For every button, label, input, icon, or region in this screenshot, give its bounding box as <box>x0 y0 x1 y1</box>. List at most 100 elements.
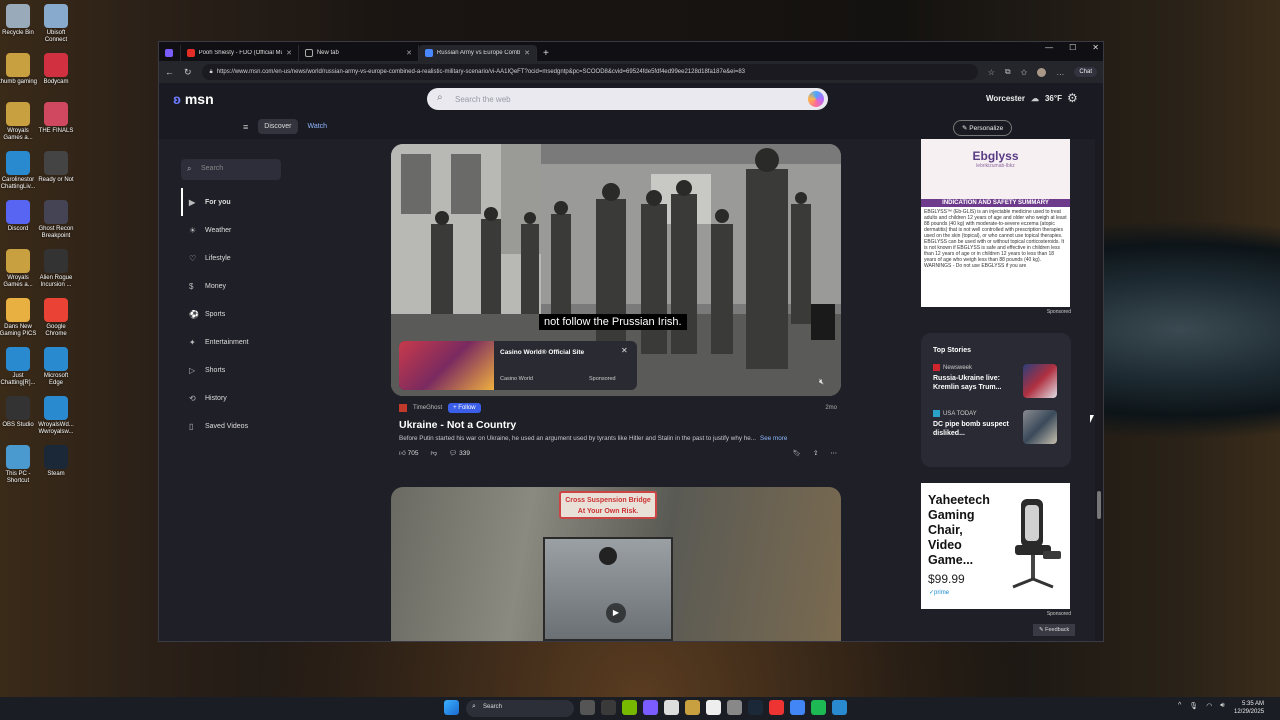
play-icon[interactable]: ▶ <box>606 603 626 623</box>
back-icon[interactable]: ← <box>165 67 174 77</box>
video-player-2[interactable]: Cross Suspension Bridge At Your Own Risk… <box>391 487 841 641</box>
weather-widget[interactable]: Worcester ☁ 36°F <box>986 94 1062 103</box>
close-tab-icon[interactable]: ✕ <box>524 49 530 57</box>
tab-msn-active[interactable]: Russian Army vs Europe Combi ✕ <box>419 45 537 61</box>
desktop-icon[interactable]: Dans New Gaming PICS <box>0 298 38 338</box>
story-item[interactable]: Newsweek Russia-Ukraine live: Kremlin sa… <box>933 364 1059 410</box>
sidebar-item[interactable]: ▷ Shorts <box>181 356 281 384</box>
desktop-icon[interactable]: Discord <box>0 200 38 233</box>
desktop-icon[interactable]: Wroyals Games a... <box>0 102 38 142</box>
chevron-up-icon[interactable]: ^ <box>1178 702 1181 710</box>
copilot-chat-button[interactable]: Chat <box>1074 67 1097 77</box>
desktop-icon[interactable]: Just Chatting[R]... <box>0 347 38 387</box>
taskbar-app-icon[interactable] <box>748 700 763 715</box>
taskbar-app-icon[interactable] <box>727 700 742 715</box>
maximize-icon[interactable]: ☐ <box>1069 43 1076 52</box>
extensions-icon[interactable]: ⧉ <box>1005 67 1011 77</box>
dislike-button[interactable]: 👎︎ <box>430 449 437 457</box>
tab-copilot[interactable] <box>159 45 181 61</box>
taskbar-app-icon[interactable] <box>832 700 847 715</box>
share-icon[interactable]: ⇪ <box>813 449 818 457</box>
profile-avatar[interactable] <box>1037 67 1047 77</box>
like-button[interactable]: 👍︎ 705 <box>399 449 418 457</box>
tab-youtube[interactable]: Pooh Shiesty - FDO (Official Music ✕ <box>181 45 299 61</box>
feedback-button[interactable]: ✎ Feedback <box>1033 624 1076 636</box>
scrollbar[interactable] <box>1095 139 1103 641</box>
sidebar-item[interactable]: ♡ Lifestyle <box>181 244 281 272</box>
desktop-icon[interactable]: THE FINALS <box>36 102 76 135</box>
desktop-icon[interactable]: Ubisoft Connect <box>36 4 76 44</box>
sidebar-item[interactable]: $ Money <box>181 272 281 300</box>
ebglyss-ad[interactable]: Ebglyss lebrikizumab-lbkz INDICATION AND … <box>921 139 1070 307</box>
clock[interactable]: 5:35 AM 12/29/2025 <box>1234 700 1264 716</box>
taskbar-app-icon[interactable] <box>811 700 826 715</box>
web-search-input[interactable]: ⌕ Search the web <box>427 88 828 110</box>
taskbar-search[interactable]: ⌕ Search <box>466 700 574 717</box>
favorite-star-icon[interactable]: ☆ <box>988 68 995 77</box>
taskbar-app-icon[interactable] <box>790 700 805 715</box>
publisher-name[interactable]: TimeGhost <box>413 405 442 411</box>
minimize-icon[interactable]: — <box>1045 43 1053 52</box>
taskbar-app-icon[interactable] <box>622 700 637 715</box>
sidebar-item[interactable]: ⟲ History <box>181 384 281 412</box>
mic-icon[interactable]: 🎙︎ <box>1189 702 1198 710</box>
sidebar-item[interactable]: ✦ Entertainment <box>181 328 281 356</box>
desktop-icon[interactable]: Wroyals Games a... <box>0 249 38 289</box>
video-ad-card[interactable]: Casino World® Official Site Casino World… <box>399 341 637 390</box>
desktop-icon[interactable]: This PC - Shortcut <box>0 445 38 485</box>
volume-icon[interactable]: 🔊︎ <box>1220 702 1224 710</box>
taskbar-app-icon[interactable] <box>580 700 595 715</box>
tab-new[interactable]: New tab ✕ <box>299 45 419 61</box>
close-tab-icon[interactable]: ✕ <box>286 49 292 57</box>
desktop-icon[interactable]: Steam <box>36 445 76 478</box>
see-more-link[interactable]: See more <box>760 435 787 442</box>
video-title[interactable]: Ukraine - Not a Country <box>399 419 837 431</box>
close-ad-icon[interactable]: ✕ <box>621 346 628 355</box>
desktop-icon[interactable]: OBS Studio <box>0 396 38 429</box>
desktop-icon[interactable]: Bodycam <box>36 53 76 86</box>
new-tab-button[interactable]: + <box>537 45 555 61</box>
desktop-icon[interactable]: WroyalsWd... Wwroyalsw... <box>36 396 76 436</box>
sidebar-item[interactable]: ▯ Saved Videos <box>181 412 281 440</box>
sidebar-search-input[interactable]: ⌕ Search <box>181 159 281 180</box>
scrollbar-thumb[interactable] <box>1097 491 1101 519</box>
sidebar-item[interactable]: ☀ Weather <box>181 216 281 244</box>
mute-icon[interactable]: 🔇︎ <box>819 377 824 387</box>
bookmark-icon[interactable]: 🔖︎ <box>793 449 801 457</box>
desktop-icon[interactable]: Ready or Not <box>36 151 76 184</box>
close-window-icon[interactable]: ✕ <box>1092 43 1099 52</box>
hamburger-menu-icon[interactable]: ≡ <box>243 122 248 132</box>
close-tab-icon[interactable]: ✕ <box>406 49 412 57</box>
tab-watch[interactable]: Watch <box>308 123 328 130</box>
taskbar-app-icon[interactable] <box>643 700 658 715</box>
follow-button[interactable]: + Follow <box>448 403 481 413</box>
video-player[interactable]: not follow the Prussian Irish. Casino Wo… <box>391 144 841 396</box>
desktop-icon[interactable]: Recycle Bin <box>0 4 38 37</box>
desktop-icon[interactable]: Microsoft Edge <box>36 347 76 387</box>
start-icon[interactable] <box>444 700 459 715</box>
taskbar-app-icon[interactable] <box>685 700 700 715</box>
wifi-icon[interactable]: ◠ <box>1206 702 1212 710</box>
story-item[interactable]: USA TODAY DC pipe bomb suspect disliked.… <box>933 410 1059 456</box>
sidebar-item[interactable]: ▶ For you <box>181 188 281 216</box>
tab-discover[interactable]: Discover <box>258 119 298 134</box>
sidebar-item[interactable]: ⚽ Sports <box>181 300 281 328</box>
favorites-icon[interactable]: ✩ <box>1021 68 1028 77</box>
more-options-icon[interactable]: ⋯ <box>831 449 838 457</box>
gaming-chair-ad[interactable]: Yaheetech Gaming Chair, Video Game... $9… <box>921 483 1070 609</box>
taskbar-app-icon[interactable] <box>601 700 616 715</box>
taskbar-app-icon[interactable] <box>706 700 721 715</box>
more-icon[interactable]: … <box>1056 68 1064 77</box>
desktop-icon[interactable]: thumb gaming <box>0 53 38 86</box>
desktop-icon[interactable]: Google Chrome <box>36 298 76 338</box>
msn-logo[interactable]: ʚ msn <box>173 91 214 107</box>
desktop-icon[interactable]: Alien Rogue Incursion ... <box>36 249 76 289</box>
taskbar-app-icon[interactable] <box>664 700 679 715</box>
comments-button[interactable]: 💬︎ 339 <box>449 449 470 457</box>
taskbar-app-icon[interactable] <box>769 700 784 715</box>
address-bar[interactable]: 🔒︎ https://www.msn.com/en-us/news/world/r… <box>201 64 978 80</box>
refresh-icon[interactable]: ↻ <box>184 67 192 78</box>
desktop-icon[interactable]: Ghost Recon Breakpoint <box>36 200 76 240</box>
settings-gear-icon[interactable]: ⚙ <box>1067 91 1078 105</box>
personalize-button[interactable]: ✎ Personalize <box>953 120 1013 136</box>
